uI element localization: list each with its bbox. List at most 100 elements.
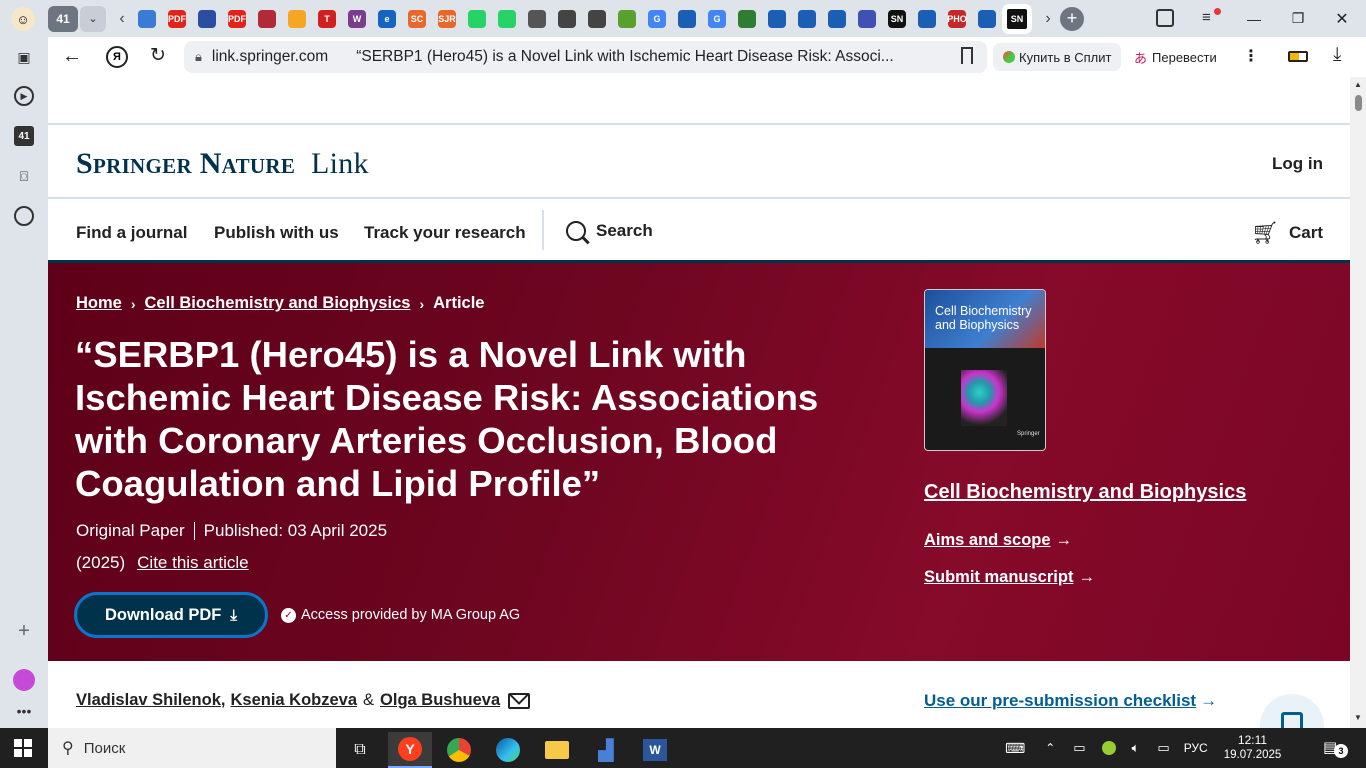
- tab-favicon-icon[interactable]: [918, 9, 936, 28]
- tab-favicon-icon[interactable]: [678, 9, 696, 28]
- browser-logo-icon[interactable]: ☺: [11, 7, 35, 31]
- taskbar-search-box[interactable]: ⚲ Поиск: [48, 728, 336, 768]
- cart-button[interactable]: 🛒︎ Cart: [1251, 220, 1323, 246]
- tab-favicon-icon[interactable]: [798, 9, 816, 28]
- clock[interactable]: 12:11 19.07.2025: [1224, 733, 1282, 763]
- word-taskbar-icon[interactable]: W: [633, 732, 677, 768]
- tabs-count-icon[interactable]: 41: [12, 124, 36, 148]
- journal-name-link[interactable]: Cell Biochemistry and Biophysics: [924, 481, 1246, 504]
- keyboard-icon[interactable]: ⌨: [1005, 740, 1025, 757]
- tab-count-button[interactable]: 41: [48, 5, 78, 32]
- nav-find-journal[interactable]: Find a journal: [76, 223, 187, 243]
- tab-menu-chevron-icon[interactable]: ⌄: [80, 5, 106, 32]
- tab-favicon-icon[interactable]: W: [348, 9, 366, 28]
- history-clock-icon[interactable]: [12, 204, 36, 228]
- tab-favicon-icon[interactable]: [288, 9, 306, 28]
- tab-favicon-icon[interactable]: SN: [888, 9, 906, 28]
- feedback-widget-icon[interactable]: [1260, 694, 1324, 728]
- tab-favicon-icon[interactable]: [498, 9, 516, 28]
- battery-icon[interactable]: [1288, 51, 1308, 62]
- author-link[interactable]: Vladislav Shilenok: [76, 691, 221, 710]
- tab-favicon-icon[interactable]: SJR: [438, 9, 456, 28]
- nav-track-research[interactable]: Track your research: [364, 223, 526, 243]
- tab-favicon-icon[interactable]: [558, 9, 576, 28]
- presubmission-checklist-link[interactable]: Use our pre-submission checklist →: [924, 691, 1217, 711]
- media-play-icon[interactable]: ▶: [12, 84, 36, 108]
- tab-favicon-icon[interactable]: G: [648, 9, 666, 28]
- download-icon[interactable]: ⤓: [1333, 44, 1341, 66]
- volume-muted-icon[interactable]: 🔈︎: [1132, 740, 1140, 756]
- tray-chevron-icon[interactable]: ⌃: [1045, 741, 1055, 755]
- tab-favicon-icon[interactable]: [738, 9, 756, 28]
- active-tab[interactable]: SN: [1002, 3, 1032, 34]
- tab-favicon-icon[interactable]: [258, 9, 276, 28]
- tab-favicon-icon[interactable]: [828, 9, 846, 28]
- tab-favicon-icon[interactable]: [528, 9, 546, 28]
- tab-favicon-icon[interactable]: [138, 9, 156, 28]
- bookmark-icon[interactable]: [961, 47, 973, 64]
- add-panel-icon[interactable]: +: [12, 619, 36, 643]
- tab-favicon-icon[interactable]: G: [708, 9, 726, 28]
- split-extension-button[interactable]: Купить в Сплит: [993, 43, 1122, 71]
- file-explorer-taskbar-icon[interactable]: [535, 732, 579, 768]
- more-options-icon[interactable]: ⋮: [1243, 46, 1259, 66]
- more-dots-icon[interactable]: •••: [12, 699, 36, 723]
- journal-cover-image[interactable]: Cell Biochemistry and Biophysics Springe…: [924, 289, 1046, 451]
- yandex-browser-taskbar-icon[interactable]: Y: [388, 732, 432, 768]
- tab-favicon-icon[interactable]: SC: [408, 9, 426, 28]
- reload-icon[interactable]: ↻: [150, 44, 166, 67]
- aims-scope-link[interactable]: Aims and scope →: [924, 531, 1072, 550]
- new-tab-button[interactable]: +: [1060, 6, 1084, 31]
- submit-manuscript-link[interactable]: Submit manuscript →: [924, 568, 1095, 587]
- login-link[interactable]: Log in: [1272, 154, 1323, 174]
- tab-favicon-icon[interactable]: PDF: [168, 9, 186, 28]
- tab-favicon-icon[interactable]: [588, 9, 606, 28]
- tab-favicon-icon[interactable]: [198, 9, 216, 28]
- edge-taskbar-icon[interactable]: [486, 732, 530, 768]
- email-envelope-icon[interactable]: [508, 692, 531, 709]
- author-link[interactable]: Olga Bushueva: [380, 691, 500, 710]
- tab-favicon-icon[interactable]: [978, 9, 996, 28]
- alice-assistant-icon[interactable]: [12, 668, 36, 692]
- tab-favicon-icon[interactable]: [768, 9, 786, 28]
- download-pdf-button[interactable]: Download PDF ⤓: [74, 592, 268, 638]
- language-indicator[interactable]: РУС: [1184, 741, 1208, 755]
- tab-scroll-left-icon[interactable]: ‹: [114, 10, 130, 28]
- translate-button[interactable]: あ Перевести: [1128, 43, 1223, 71]
- tab-favicon-icon[interactable]: [468, 9, 486, 28]
- minimize-button[interactable]: —: [1232, 0, 1276, 37]
- breadcrumb-journal[interactable]: Cell Biochemistry and Biophysics: [145, 294, 411, 313]
- page-scrollbar[interactable]: ▲ ▼: [1350, 77, 1366, 728]
- close-window-button[interactable]: ✕: [1320, 0, 1364, 37]
- task-view-icon[interactable]: ⧉: [338, 732, 382, 768]
- tab-favicon-icon[interactable]: e: [378, 9, 396, 28]
- camera-icon[interactable]: ▭: [1073, 740, 1085, 756]
- scroll-up-arrow-icon[interactable]: ▲: [1354, 80, 1362, 89]
- tab-favicon-icon[interactable]: T: [318, 9, 336, 28]
- nav-publish[interactable]: Publish with us: [214, 223, 339, 243]
- tab-favicon-icon[interactable]: PDF: [228, 9, 246, 28]
- screenshot-icon[interactable]: ⌼: [12, 164, 36, 188]
- menu-hamburger-icon[interactable]: ≡: [1202, 8, 1221, 26]
- collections-icon[interactable]: [1156, 9, 1174, 27]
- cite-article-link[interactable]: Cite this article: [137, 553, 248, 572]
- tab-scroll-right-icon[interactable]: ›: [1040, 10, 1056, 28]
- author-link[interactable]: Ksenia Kobzeva: [230, 691, 357, 710]
- back-arrow-icon[interactable]: ←: [62, 45, 82, 68]
- scroll-down-arrow-icon[interactable]: ▼: [1354, 713, 1362, 722]
- scrollbar-thumb[interactable]: [1355, 95, 1362, 111]
- search-button[interactable]: Search: [566, 221, 653, 244]
- windows-start-icon[interactable]: [14, 739, 32, 757]
- restore-button[interactable]: ❐: [1276, 0, 1320, 37]
- stats-app-taskbar-icon[interactable]: ▟: [584, 732, 628, 768]
- tab-favicon-icon[interactable]: PHO: [947, 9, 967, 28]
- network-icon[interactable]: ▭: [1157, 740, 1169, 756]
- breadcrumb-home[interactable]: Home: [76, 294, 122, 313]
- yandex-icon[interactable]: Я: [106, 46, 128, 68]
- chrome-taskbar-icon[interactable]: [437, 732, 481, 768]
- tab-favicon-icon[interactable]: [618, 9, 636, 28]
- collections-sidebar-icon[interactable]: ▣: [12, 45, 36, 69]
- tab-favicon-icon[interactable]: [858, 9, 876, 28]
- tray-app-icon[interactable]: [1101, 741, 1116, 755]
- notifications-icon[interactable]: ▤ 3: [1323, 738, 1348, 758]
